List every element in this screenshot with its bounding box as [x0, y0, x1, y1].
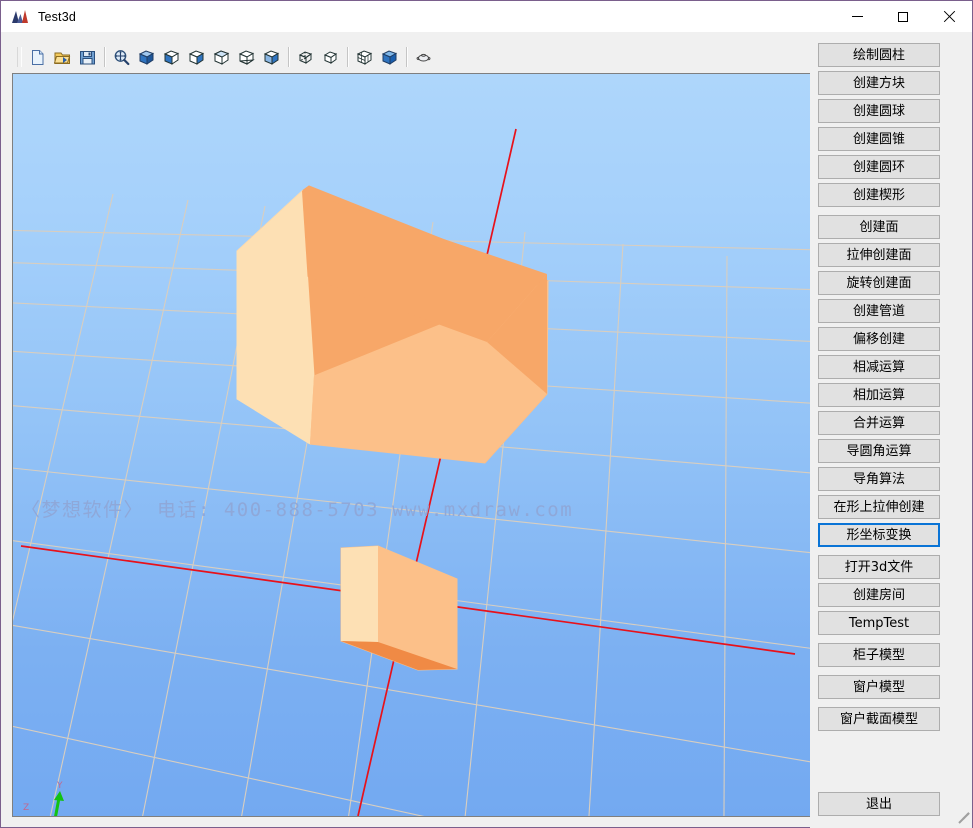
view-iso-ne-button[interactable] [210, 46, 233, 68]
view-shaded-box-icon [138, 49, 155, 66]
create-pipe-button[interactable]: 创建管道 [818, 299, 940, 323]
view-mesh-button[interactable] [353, 46, 376, 68]
window-model-button[interactable]: 窗户模型 [818, 675, 940, 699]
viewport-canvas[interactable]: X Y Z 〈梦想软件〉 电话: 400-888-5703 www.mxd [13, 74, 811, 816]
save-file-button[interactable] [76, 46, 99, 68]
view-iso-se-icon [188, 49, 205, 66]
view-iso-nw-button[interactable] [235, 46, 258, 68]
close-button[interactable] [926, 1, 972, 32]
toolbar-separator [347, 47, 348, 67]
close-icon [943, 11, 955, 23]
open-3d-file-button[interactable]: 打开3d文件 [818, 555, 940, 579]
mxdraw-app-icon [11, 8, 29, 26]
temp-test-button[interactable]: TempTest [818, 611, 940, 635]
cabinet-model-button[interactable]: 柜子模型 [818, 643, 940, 667]
view-iso-shaded-button[interactable] [260, 46, 283, 68]
minimize-icon [852, 16, 863, 17]
resize-grip[interactable] [957, 812, 970, 825]
view-iso-shaded-icon [263, 49, 280, 66]
subtract-operation-button[interactable]: 相减运算 [818, 355, 940, 379]
window-title: Test3d [38, 10, 834, 24]
create-box-button[interactable]: 创建方块 [818, 71, 940, 95]
minimize-button[interactable] [834, 1, 880, 32]
revolve-surface-button[interactable]: 旋转创建面 [818, 271, 940, 295]
gizmo-z-label: Z [23, 803, 29, 813]
view-iso-sw-icon [163, 49, 180, 66]
open-file-button[interactable] [51, 46, 74, 68]
toolbar-separator [406, 47, 407, 67]
gizmo-y-label: Y [56, 781, 63, 791]
3d-viewport[interactable]: X Y Z 〈梦想软件〉 电话: 400-888-5703 www.mxd [12, 73, 812, 817]
toolbar-area [10, 39, 810, 75]
small-box-solid [341, 546, 457, 670]
window-controls [834, 1, 972, 32]
view-mesh-icon [356, 49, 373, 66]
union-operation-button[interactable]: 合并运算 [818, 411, 940, 435]
create-room-button[interactable]: 创建房间 [818, 583, 940, 607]
draw-cylinder-button[interactable]: 绘制圆柱 [818, 43, 940, 67]
view-hidden-line-button[interactable] [294, 46, 317, 68]
save-file-icon [79, 49, 96, 66]
open-file-icon [54, 49, 71, 66]
view-solid-fill-icon [381, 49, 398, 66]
chamfer-algorithm-button[interactable]: 导角算法 [818, 467, 940, 491]
maximize-button[interactable] [880, 1, 926, 32]
create-wedge-button[interactable]: 创建楔形 [818, 183, 940, 207]
view-shaded-box-button[interactable] [135, 46, 158, 68]
toolbar-separator [104, 47, 105, 67]
maximize-icon [898, 12, 908, 22]
zoom-pan-button[interactable] [110, 46, 133, 68]
view-iso-ne-icon [213, 49, 230, 66]
application-window: Test3d [0, 0, 973, 828]
viewport-watermark: 〈梦想软件〉 电话: 400-888-5703 www.mxdraw.com [21, 495, 573, 522]
command-panel: 绘制圆柱创建方块创建圆球创建圆锥创建圆环创建楔形创建面拉伸创建面旋转创建面创建管… [810, 32, 972, 828]
create-sphere-button[interactable]: 创建圆球 [818, 99, 940, 123]
extrude-on-shape-button[interactable]: 在形上拉伸创建 [818, 495, 940, 519]
view-hidden-line-icon [297, 49, 314, 66]
offset-create-button[interactable]: 偏移创建 [818, 327, 940, 351]
new-file-icon [29, 49, 46, 66]
view-wireframe-icon [322, 49, 339, 66]
create-surface-button[interactable]: 创建面 [818, 215, 940, 239]
zoom-pan-icon [113, 49, 130, 66]
view-iso-nw-icon [238, 49, 255, 66]
extrude-surface-button[interactable]: 拉伸创建面 [818, 243, 940, 267]
main-toolbar [17, 43, 436, 71]
view-wireframe-button[interactable] [319, 46, 342, 68]
view-solid-fill-button[interactable] [378, 46, 401, 68]
toolbar-drag-handle[interactable] [17, 47, 22, 67]
create-torus-button[interactable]: 创建圆环 [818, 155, 940, 179]
view-iso-se-button[interactable] [185, 46, 208, 68]
window-section-model-button[interactable]: 窗户截面模型 [818, 707, 940, 731]
new-file-button[interactable] [26, 46, 49, 68]
add-operation-button[interactable]: 相加运算 [818, 383, 940, 407]
scene-graphics: X Y Z [13, 74, 811, 816]
axis-gizmo: X Y Z [23, 781, 101, 816]
teapot-icon [415, 49, 432, 66]
teapot-button[interactable] [412, 46, 435, 68]
title-bar: Test3d [1, 1, 972, 32]
toolbar-separator [288, 47, 289, 67]
create-cone-button[interactable]: 创建圆锥 [818, 127, 940, 151]
exit-button[interactable]: 退出 [818, 792, 940, 816]
view-iso-sw-button[interactable] [160, 46, 183, 68]
shape-transform-button[interactable]: 形坐标变换 [818, 523, 940, 547]
fillet-operation-button[interactable]: 导圆角运算 [818, 439, 940, 463]
